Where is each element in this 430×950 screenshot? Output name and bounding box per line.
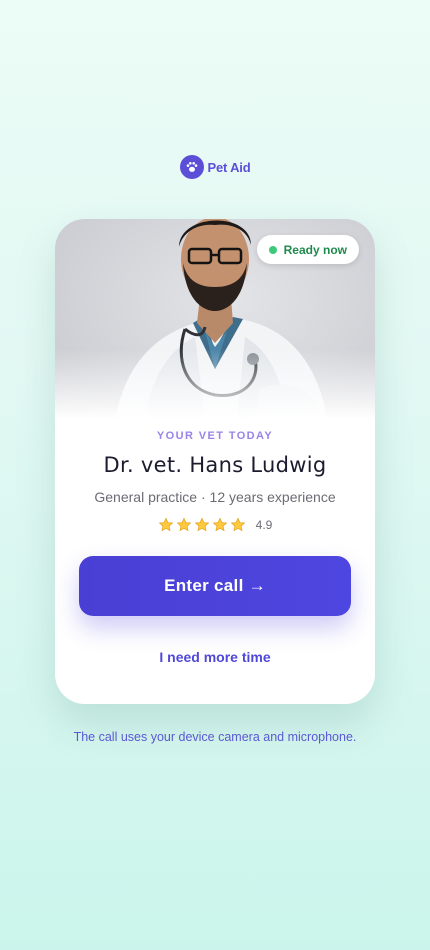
- star-icon: [158, 517, 174, 533]
- card-eyebrow: YOUR VET TODAY: [156, 430, 274, 442]
- online-dot-icon: [268, 245, 277, 254]
- status-label: Ready now: [283, 242, 347, 257]
- vet-subtitle: General practice · 12 years experience: [94, 489, 336, 505]
- vet-photo: Ready now: [55, 219, 375, 419]
- star-icon: [230, 517, 246, 533]
- brand-name: Pet Aid: [207, 159, 251, 175]
- rating-value: 4.9: [255, 518, 273, 532]
- photo-fade: [55, 349, 375, 419]
- star-icon: [194, 517, 210, 533]
- vet-card: Ready now YOUR VET TODAY Dr. vet. Hans L…: [55, 219, 375, 704]
- star-icon: [176, 517, 192, 533]
- enter-call-button[interactable]: Enter call →: [79, 556, 351, 616]
- status-badge: Ready now: [256, 235, 359, 264]
- vet-name: Dr. vet. Hans Ludwig: [103, 453, 327, 477]
- camera-mic-notice: The call uses your device camera and mic…: [73, 730, 357, 744]
- rating: 4.9: [55, 517, 375, 533]
- need-more-time-link[interactable]: I need more time: [55, 649, 375, 665]
- paw-icon: [179, 155, 204, 179]
- star-icon: [212, 517, 228, 533]
- brand-logo: Pet Aid: [0, 155, 430, 179]
